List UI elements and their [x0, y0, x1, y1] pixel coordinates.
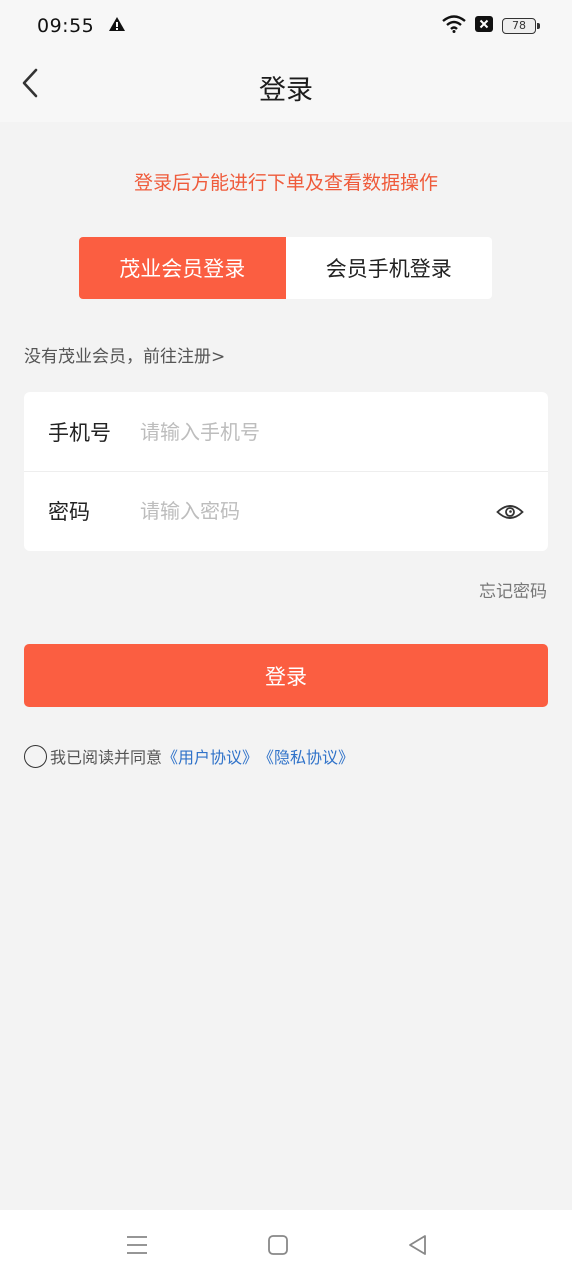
agreement-text: 我已阅读并同意	[50, 748, 163, 767]
login-notice: 登录后方能进行下单及查看数据操作	[133, 172, 438, 194]
eye-icon[interactable]	[496, 498, 524, 526]
back-button[interactable]	[14, 68, 46, 102]
alert-icon	[108, 16, 126, 36]
phone-input[interactable]	[140, 419, 524, 444]
page-title: 登录	[259, 74, 313, 106]
chevron-left-icon	[20, 68, 40, 102]
status-bar: 09:55 78	[0, 0, 572, 52]
login-button[interactable]: 登录	[24, 644, 548, 707]
register-link[interactable]: 没有茂业会员，前往注册>	[24, 342, 225, 367]
status-time: 09:55	[37, 15, 95, 37]
phone-row: 手机号	[24, 392, 548, 471]
user-agreement-link[interactable]: 《用户协议》	[162, 744, 258, 768]
privacy-policy-link[interactable]: 《隐私协议》	[258, 744, 354, 768]
password-input[interactable]	[140, 499, 524, 523]
password-label: 密码	[48, 500, 90, 524]
tab-phone-login[interactable]: 会员手机登录	[286, 237, 493, 299]
wifi-icon	[442, 15, 466, 37]
password-row: 密码	[24, 471, 548, 550]
agreement-checkbox[interactable]	[24, 744, 47, 768]
header-bar: 登录	[0, 52, 572, 122]
agreement-row: 我已阅读并同意 《用户协议》 《隐私协议》	[24, 744, 354, 768]
system-nav-bar	[0, 1210, 572, 1280]
tab-member-login[interactable]: 茂业会员登录	[79, 237, 286, 299]
menu-icon[interactable]	[124, 1232, 150, 1258]
battery-icon: 78	[502, 18, 540, 34]
login-method-tabs: 茂业会员登录 会员手机登录	[79, 237, 492, 299]
login-form: 手机号 密码	[24, 392, 548, 551]
forgot-password-link[interactable]: 忘记密码	[479, 577, 547, 602]
home-icon[interactable]	[265, 1232, 291, 1258]
no-sim-icon	[474, 15, 494, 37]
back-triangle-icon[interactable]	[405, 1232, 431, 1258]
phone-label: 手机号	[48, 420, 111, 445]
battery-level: 78	[512, 19, 526, 32]
